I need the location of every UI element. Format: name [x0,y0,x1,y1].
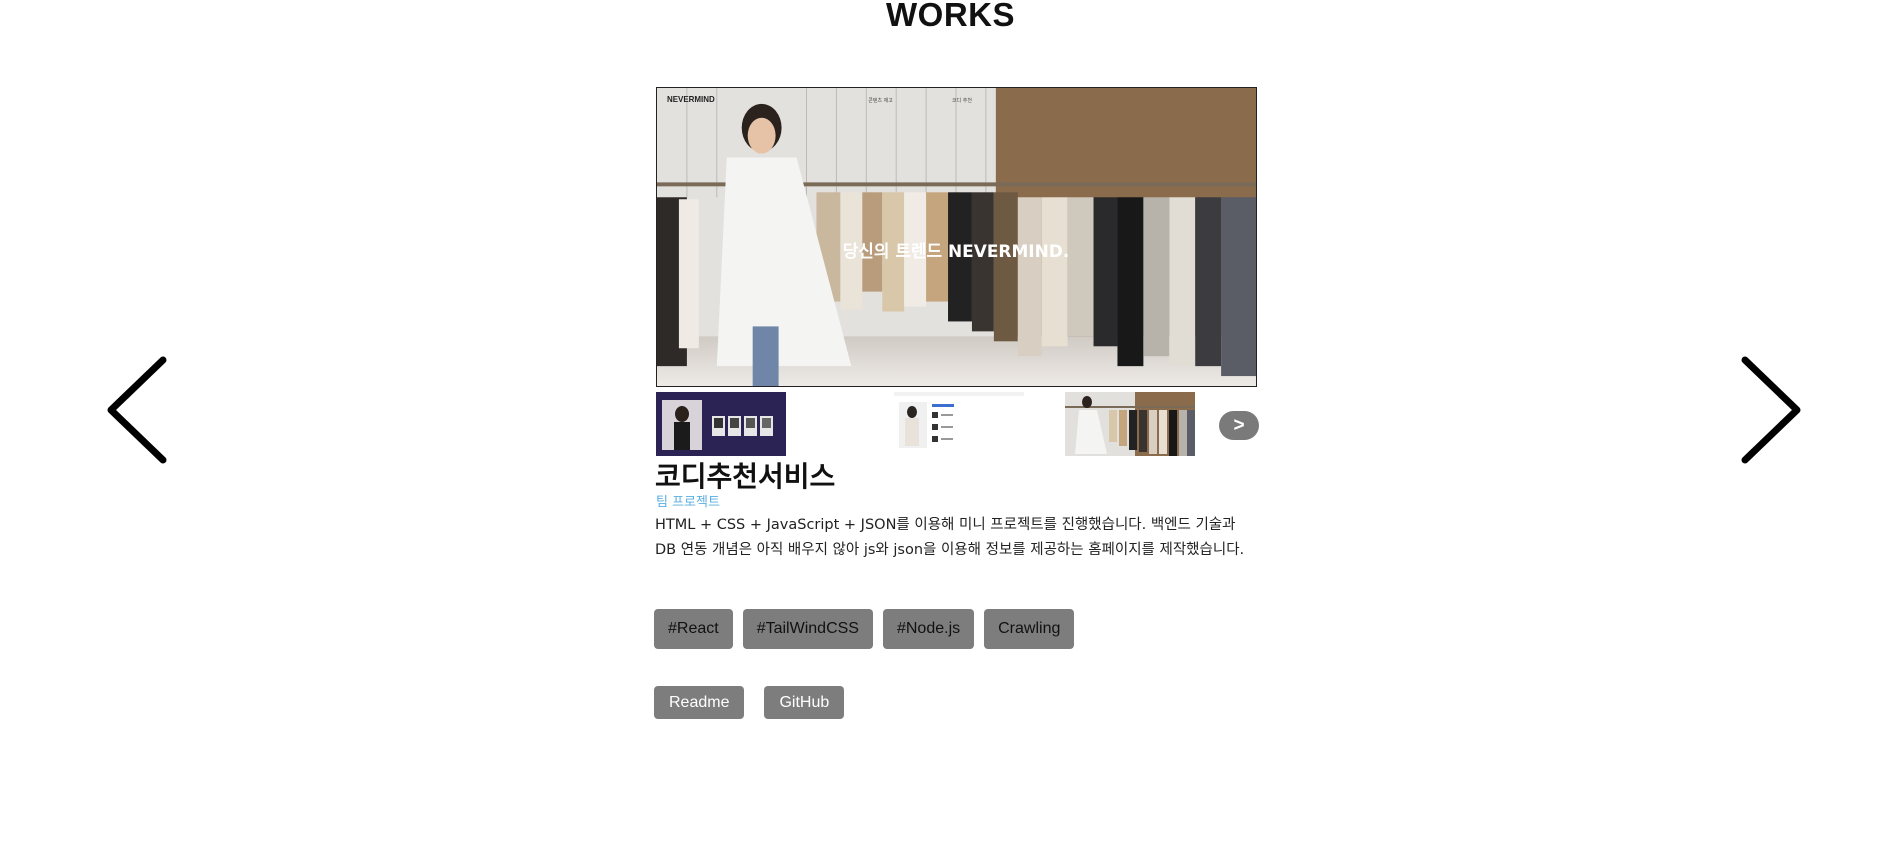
thumbnail-strip: > [656,392,1259,458]
chevron-left-icon [107,356,167,464]
chevron-right-icon [1741,356,1801,464]
tag-crawling: Crawling [984,609,1075,649]
preview-brand: NEVERMIND [667,95,715,104]
project-links: Readme GitHub [654,686,845,719]
works-section: WORKS NEVERMIND 콘텐츠 재고 코디 추천 당신의 트렌드 NEV… [0,0,1901,849]
tag-react: #React [654,609,733,649]
project-type: 팀 프로젝트 [656,495,720,510]
tag-nodejs: #Node.js [882,609,975,649]
preview-headline: 당신의 트렌드 NEVERMIND. [843,241,1070,261]
project-preview-image: NEVERMIND 콘텐츠 재고 코디 추천 당신의 트렌드 NEVERMIND… [656,87,1257,387]
project-description: HTML + CSS + JavaScript + JSON를 이용해 미니 프… [655,517,1245,558]
preview-menu-item-2: 코디 추천 [952,97,972,104]
github-button[interactable]: GitHub [764,686,845,719]
section-title: WORKS [886,0,1015,33]
tag-tailwindcss: #TailWindCSS [742,609,873,649]
tag-list: #React #TailWindCSS #Node.js Crawling [654,609,1075,649]
prev-slide-button[interactable] [103,355,173,465]
thumbnail-3[interactable] [1065,392,1195,456]
thumbnail-next-button[interactable]: > [1219,411,1259,440]
thumbnail-1[interactable] [656,392,786,456]
readme-button[interactable]: Readme [654,686,745,719]
preview-menu-item-1: 콘텐츠 재고 [868,97,893,104]
next-slide-button[interactable] [1735,355,1805,465]
project-title: 코디추천서비스 [655,460,836,493]
thumbnail-2[interactable] [894,392,1024,456]
